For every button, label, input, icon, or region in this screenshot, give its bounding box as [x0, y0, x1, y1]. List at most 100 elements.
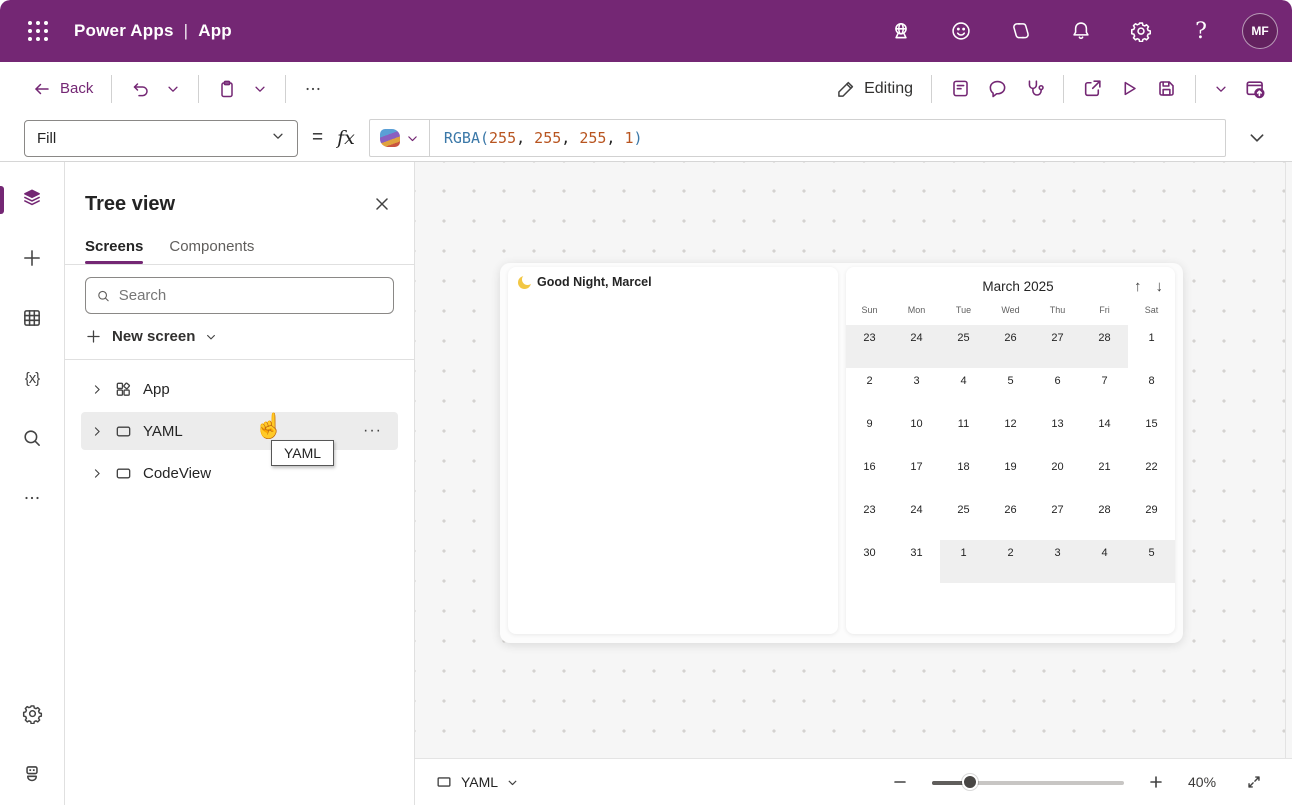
zoom-slider-thumb[interactable] — [962, 774, 978, 790]
calendar-day[interactable]: 27 — [1034, 497, 1081, 540]
paste-menu-chevron-icon[interactable] — [245, 76, 275, 102]
calendar-day[interactable]: 1 — [1128, 325, 1175, 368]
calendar-day[interactable]: 26 — [987, 325, 1034, 368]
publish-button[interactable] — [1236, 72, 1274, 106]
environment-icon[interactable] — [882, 12, 920, 50]
calendar-day[interactable]: 30 — [846, 540, 893, 583]
notifications-bell-icon[interactable] — [1062, 12, 1100, 50]
save-menu-chevron-icon[interactable] — [1206, 76, 1236, 102]
feedback-smiley-icon[interactable] — [942, 12, 980, 50]
save-button[interactable] — [1148, 72, 1185, 105]
current-screen-selector[interactable]: YAML — [435, 773, 519, 791]
share-button[interactable] — [1074, 72, 1111, 105]
calendar-day[interactable]: 19 — [987, 454, 1034, 497]
virtual-agent-robot-icon[interactable] — [14, 755, 50, 791]
tree-search-input[interactable] — [119, 287, 383, 304]
calendar-day[interactable]: 27 — [1034, 325, 1081, 368]
calendar-day[interactable]: 23 — [846, 325, 893, 368]
calendar-day[interactable]: 5 — [1128, 540, 1175, 583]
calendar-day[interactable]: 24 — [893, 325, 940, 368]
calendar-day[interactable]: 9 — [846, 411, 893, 454]
calendar-day[interactable]: 25 — [940, 325, 987, 368]
close-panel-icon[interactable] — [366, 188, 398, 220]
calendar-day[interactable]: 11 — [940, 411, 987, 454]
calendar-day[interactable]: 7 — [1081, 368, 1128, 411]
search-rail-icon[interactable] — [14, 420, 50, 456]
zoom-slider[interactable] — [932, 774, 1124, 790]
back-button[interactable]: Back — [24, 73, 101, 105]
calendar-control[interactable]: March 2025 ↑ ↓ SunMonTueWedThuFriSat 232… — [846, 267, 1175, 634]
property-selector[interactable]: Fill — [24, 120, 298, 157]
calendar-day[interactable]: 18 — [940, 454, 987, 497]
user-avatar[interactable]: MF — [1242, 13, 1278, 49]
copilot-icon[interactable] — [1002, 12, 1040, 50]
tree-item-app[interactable]: App — [81, 370, 398, 408]
data-table-icon[interactable] — [14, 300, 50, 336]
calendar-day[interactable]: 6 — [1034, 368, 1081, 411]
tree-item-codeview[interactable]: CodeView — [81, 454, 398, 492]
screen-preview[interactable]: Good Night, Marcel March 2025 ↑ ↓ SunMon… — [500, 263, 1183, 643]
new-screen-button[interactable]: New screen — [65, 316, 414, 360]
formula-copilot-button[interactable] — [370, 120, 430, 156]
calendar-day[interactable]: 3 — [1034, 540, 1081, 583]
tree-item-yaml[interactable]: YAML ··· — [81, 412, 398, 450]
tree-item-more-icon[interactable]: ··· — [357, 422, 388, 440]
copilot-notes-button[interactable] — [942, 72, 979, 105]
app-checker-stethoscope-icon[interactable] — [1016, 72, 1053, 105]
rail-settings-gear-icon[interactable] — [14, 695, 50, 731]
help-icon[interactable]: ? — [1182, 12, 1220, 50]
zoom-out-button[interactable] — [886, 768, 914, 796]
calendar-day[interactable]: 13 — [1034, 411, 1081, 454]
calendar-day[interactable]: 4 — [940, 368, 987, 411]
calendar-day[interactable]: 15 — [1128, 411, 1175, 454]
insert-plus-icon[interactable] — [14, 240, 50, 276]
tab-components[interactable]: Components — [169, 230, 254, 264]
calendar-day[interactable]: 21 — [1081, 454, 1128, 497]
undo-button[interactable] — [122, 73, 158, 105]
formula-input[interactable]: RGBA(255, 255, 255, 1) — [369, 119, 1226, 157]
app-launcher-waffle-icon[interactable] — [20, 13, 56, 49]
formula-bar-expand-chevron-icon[interactable] — [1240, 121, 1274, 155]
tree-search-box[interactable] — [85, 277, 394, 314]
more-rail-icon[interactable] — [14, 480, 50, 516]
calendar-day[interactable]: 22 — [1128, 454, 1175, 497]
calendar-day[interactable]: 29 — [1128, 497, 1175, 540]
calendar-day[interactable]: 28 — [1081, 497, 1128, 540]
fit-to-window-icon[interactable] — [1240, 768, 1268, 796]
calendar-day[interactable]: 25 — [940, 497, 987, 540]
comments-button[interactable] — [979, 72, 1016, 105]
calendar-day[interactable]: 14 — [1081, 411, 1128, 454]
more-commands-button[interactable] — [296, 74, 330, 104]
calendar-day[interactable]: 17 — [893, 454, 940, 497]
calendar-day[interactable]: 12 — [987, 411, 1034, 454]
calendar-day[interactable]: 31 — [893, 540, 940, 583]
calendar-day[interactable]: 10 — [893, 411, 940, 454]
calendar-day[interactable]: 8 — [1128, 368, 1175, 411]
settings-gear-icon[interactable] — [1122, 12, 1160, 50]
calendar-day[interactable]: 2 — [987, 540, 1034, 583]
calendar-day[interactable]: 20 — [1034, 454, 1081, 497]
calendar-day[interactable]: 26 — [987, 497, 1034, 540]
editing-mode-button[interactable]: Editing — [828, 73, 921, 105]
tab-screens[interactable]: Screens — [85, 230, 143, 264]
calendar-day[interactable]: 3 — [893, 368, 940, 411]
calendar-day[interactable]: 23 — [846, 497, 893, 540]
paste-button[interactable] — [209, 73, 245, 105]
calendar-next-icon[interactable]: ↓ — [1156, 278, 1164, 295]
calendar-day[interactable]: 24 — [893, 497, 940, 540]
design-canvas[interactable]: Good Night, Marcel March 2025 ↑ ↓ SunMon… — [415, 162, 1292, 805]
calendar-day[interactable]: 4 — [1081, 540, 1128, 583]
formula-expression[interactable]: RGBA(255, 255, 255, 1) — [430, 120, 657, 156]
zoom-in-button[interactable] — [1142, 768, 1170, 796]
calendar-day[interactable]: 5 — [987, 368, 1034, 411]
calendar-day[interactable]: 1 — [940, 540, 987, 583]
greeting-container[interactable]: Good Night, Marcel — [508, 267, 838, 634]
calendar-day[interactable]: 2 — [846, 368, 893, 411]
calendar-prev-icon[interactable]: ↑ — [1134, 278, 1142, 295]
tree-view-rail-icon[interactable] — [14, 180, 50, 216]
undo-menu-chevron-icon[interactable] — [158, 76, 188, 102]
calendar-day[interactable]: 16 — [846, 454, 893, 497]
variables-icon[interactable]: {x} — [14, 360, 50, 396]
play-preview-button[interactable] — [1111, 72, 1148, 105]
calendar-day[interactable]: 28 — [1081, 325, 1128, 368]
